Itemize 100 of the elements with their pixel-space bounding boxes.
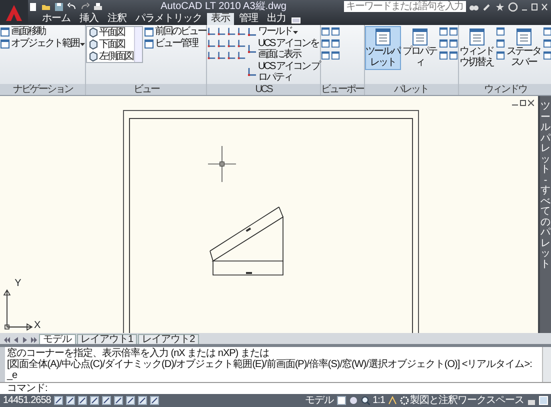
- layout-tab[interactable]: モデル: [39, 334, 76, 344]
- ribbon-large-button[interactable]: ステータスバー: [506, 26, 542, 70]
- list-item[interactable]: 下面図: [88, 39, 133, 50]
- zoom-icon[interactable]: [360, 396, 370, 405]
- ribbon-tab[interactable]: 表示: [207, 13, 234, 25]
- axis-icon: [247, 26, 257, 36]
- ribbon-tab[interactable]: パラメトリック: [132, 13, 206, 25]
- axis-icon[interactable]: [207, 26, 216, 37]
- axis-icon[interactable]: [207, 38, 216, 49]
- ribbon-tab[interactable]: ホーム: [38, 13, 74, 25]
- star-icon[interactable]: [495, 2, 505, 12]
- layout-tab[interactable]: レイアウト1: [76, 334, 138, 344]
- space-toggle[interactable]: モデル: [305, 395, 334, 406]
- ribbon-large-button[interactable]: プロパティ: [402, 26, 438, 70]
- ribbon-tab[interactable]: 出力: [263, 13, 290, 25]
- list-item[interactable]: 左側面図: [88, 51, 133, 62]
- nav-arrow-icon[interactable]: [3, 336, 11, 344]
- window-icon[interactable]: [448, 50, 458, 61]
- panel-title: ビューポー: [321, 84, 364, 95]
- ribbon-tool[interactable]: ビュー管理: [144, 38, 206, 49]
- panel-title: ナビゲーション: [0, 84, 85, 95]
- axis-icon[interactable]: [217, 38, 226, 49]
- ribbon-tab[interactable]: 挿入: [76, 13, 102, 25]
- window-icon[interactable]: [321, 38, 330, 49]
- window-icon[interactable]: [448, 26, 458, 37]
- axis-icon[interactable]: [237, 50, 246, 61]
- axis-icon[interactable]: [217, 50, 226, 61]
- ribbon-tool[interactable]: 前回のビュー: [144, 26, 206, 37]
- window-icon[interactable]: [438, 26, 448, 37]
- view-list[interactable]: 平面図 下面図 左側面図: [86, 26, 143, 63]
- axis-icon[interactable]: [227, 26, 236, 37]
- window-icon[interactable]: [542, 38, 551, 49]
- ribbon-tool[interactable]: ワールド: [247, 26, 320, 37]
- window-icon[interactable]: [321, 26, 330, 37]
- workspace-dropdown[interactable]: 製図と注釈ワークスペース: [400, 395, 524, 406]
- window-icon[interactable]: [331, 26, 340, 37]
- panel-title: ウィンドウ: [458, 84, 551, 95]
- axis-icon[interactable]: [227, 50, 236, 61]
- window-icon[interactable]: [496, 38, 504, 49]
- restore-icon[interactable]: [520, 99, 526, 106]
- layout-icon[interactable]: [336, 396, 346, 405]
- cube-icon: [88, 51, 98, 62]
- ribbon-tool[interactable]: オブジェクト範囲: [0, 38, 85, 49]
- toggle-icon[interactable]: [102, 396, 111, 405]
- window-icon: [0, 26, 10, 36]
- layout-tab[interactable]: レイアウト2: [138, 334, 199, 344]
- window-icon[interactable]: [496, 26, 504, 37]
- ribbon-large-button[interactable]: ツールパレット: [364, 26, 400, 70]
- maximize-icon[interactable]: [531, 2, 538, 12]
- axis-icon[interactable]: [207, 50, 216, 61]
- toggle-icon[interactable]: [114, 396, 123, 405]
- axis-icon[interactable]: [237, 38, 246, 49]
- palette-icon: [372, 28, 392, 46]
- ribbon-tool[interactable]: UCS アイコン プロパティ: [247, 61, 320, 83]
- panel-title: パレット: [364, 84, 458, 95]
- toggle-icon[interactable]: [54, 396, 63, 405]
- toggle-icon[interactable]: [138, 396, 147, 405]
- annotation-icon[interactable]: [388, 396, 397, 405]
- toggle-icon[interactable]: [66, 396, 75, 405]
- toggle-icon[interactable]: [150, 396, 159, 405]
- window-icon[interactable]: [331, 50, 340, 61]
- toggle-icon[interactable]: [90, 396, 99, 405]
- window-icon[interactable]: [321, 50, 330, 61]
- axis-icon[interactable]: [217, 26, 226, 37]
- ribbon-tool[interactable]: 画面移動: [0, 26, 85, 37]
- redo-icon[interactable]: [80, 2, 90, 12]
- close-icon[interactable]: [528, 99, 534, 106]
- ribbon-tab[interactable]: 注釈: [104, 13, 130, 25]
- axis-label: X: [34, 320, 41, 331]
- nav-arrow-icon[interactable]: [30, 336, 38, 344]
- annotation-scale-dropdown[interactable]: 1:1: [372, 395, 385, 406]
- window-icon[interactable]: [438, 50, 448, 61]
- ribbon-large-button[interactable]: ウィンドウ切替え: [458, 26, 494, 70]
- window-icon[interactable]: [438, 38, 448, 49]
- window-icon[interactable]: [542, 26, 551, 37]
- scrollbar[interactable]: [542, 347, 551, 382]
- undo-icon[interactable]: [67, 2, 77, 12]
- palette-icon: [410, 28, 430, 46]
- ribbon-tool[interactable]: UCS アイコンを画面に表示: [247, 38, 320, 60]
- page-icon[interactable]: [28, 2, 38, 12]
- toggle-icon[interactable]: [291, 15, 301, 25]
- window-icon[interactable]: [448, 38, 458, 49]
- cube-icon: [88, 39, 98, 50]
- toggle-icon[interactable]: [126, 396, 135, 405]
- ribbon-tab[interactable]: 管理: [235, 13, 262, 25]
- axis-icon[interactable]: [227, 38, 236, 49]
- printer-icon[interactable]: [93, 2, 103, 12]
- axis-icon[interactable]: [237, 26, 246, 37]
- search-field[interactable]: キーワードまたは語句を入力: [344, 1, 466, 12]
- axis-icon: [247, 67, 257, 77]
- list-item[interactable]: 平面図: [88, 27, 133, 38]
- window-icon[interactable]: [496, 50, 504, 61]
- cube-icon: [88, 27, 98, 38]
- window-icon[interactable]: [542, 50, 551, 61]
- palette-bar[interactable]: ツールパレット-すべてのパレット: [538, 96, 551, 333]
- command-history-line: [図面全体(A)/中心点(C)/ダイナミック(D)/オブジェクト範囲(E)/前画面(P)/倍率(S)/窓(W)/選択オブジェクト(O)] <リアルタイム>:: [7, 359, 533, 370]
- command-history-line: 窓のコーナーを指定、表示倍率を入力 (nX または nXP) または: [7, 348, 270, 359]
- gear-icon: [400, 396, 409, 405]
- window-icon[interactable]: [331, 38, 340, 49]
- toggle-icon[interactable]: [78, 396, 87, 405]
